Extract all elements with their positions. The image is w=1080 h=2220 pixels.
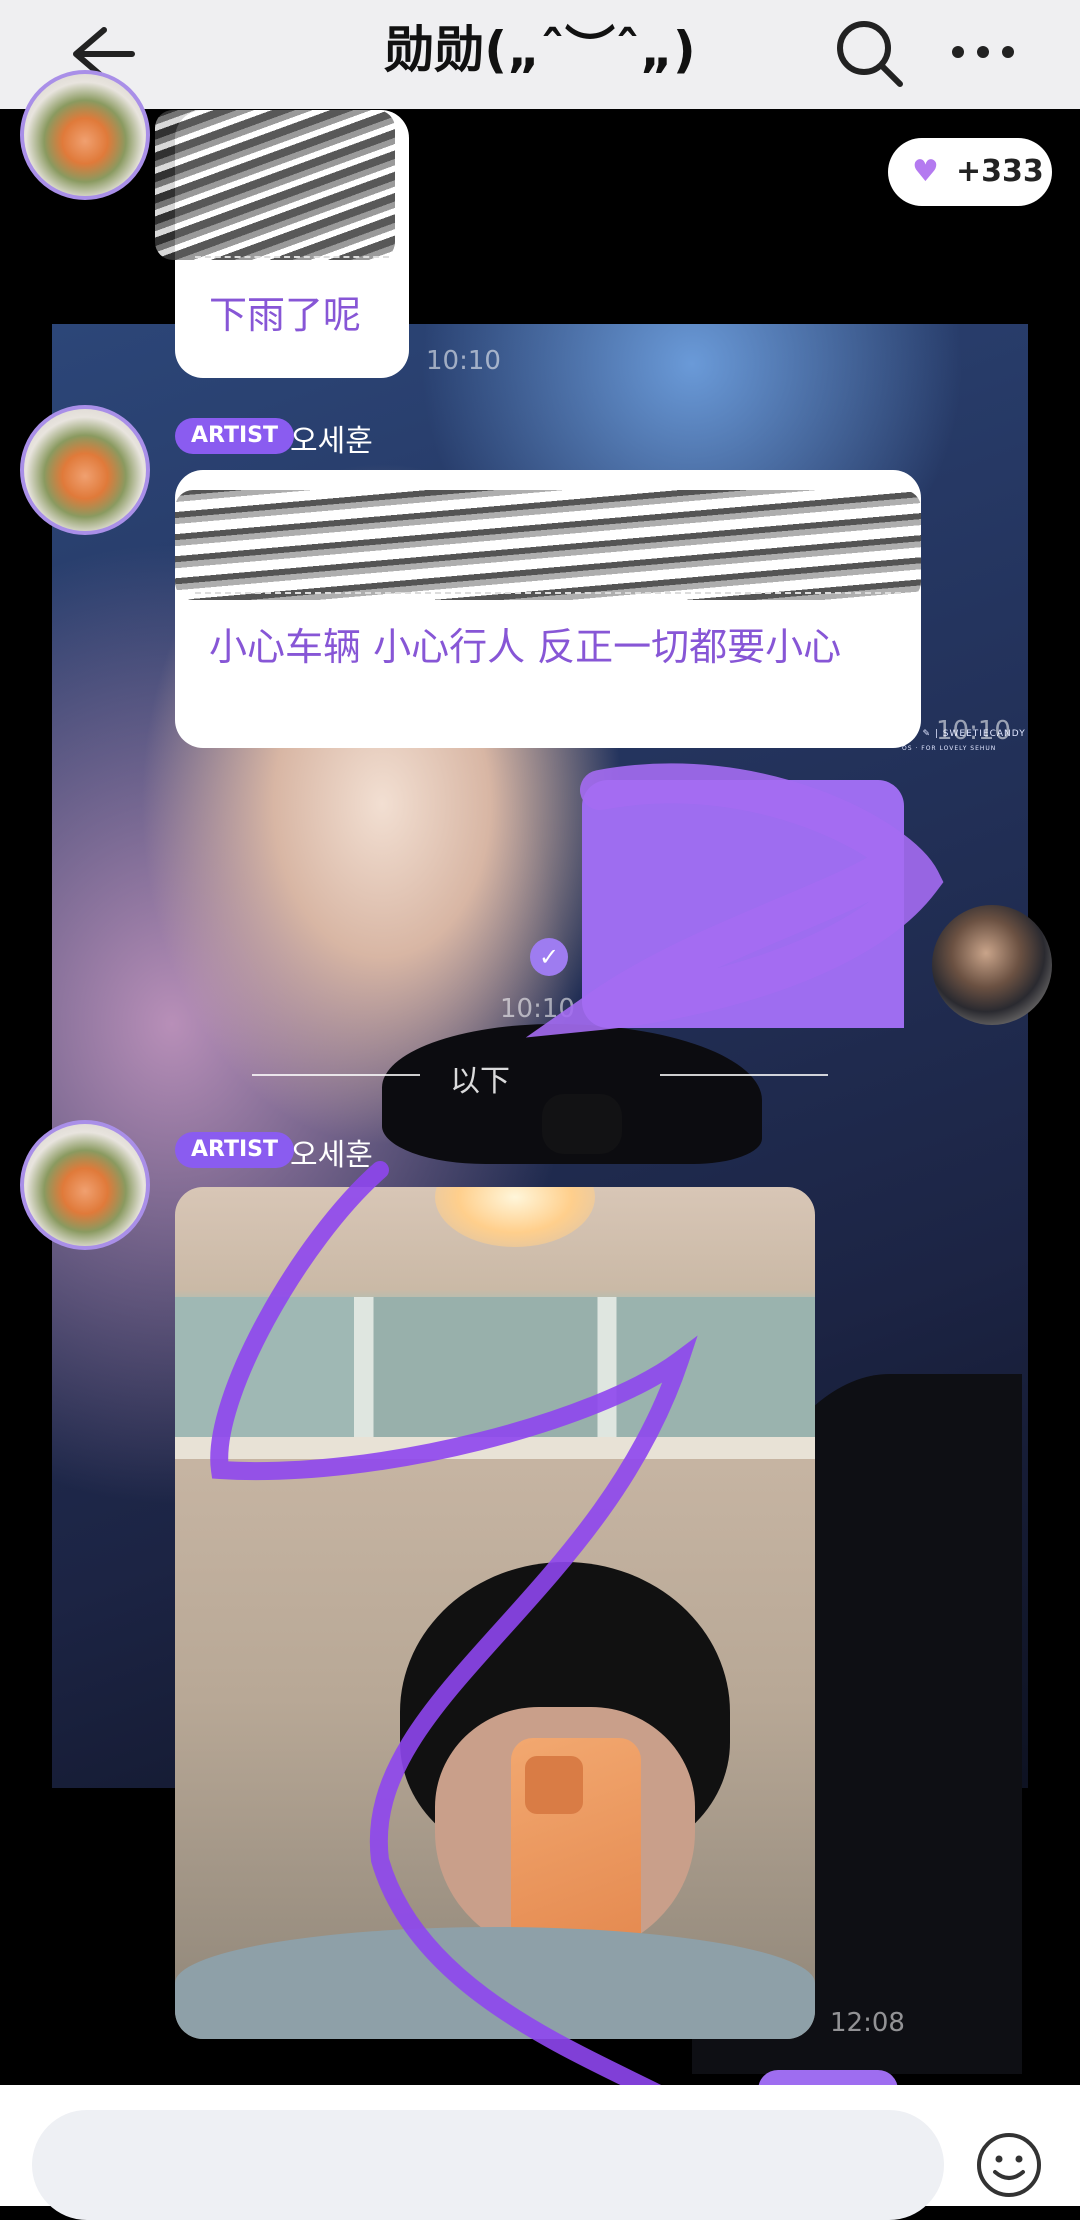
divider-line-right — [660, 1074, 828, 1076]
dashed-divider — [195, 592, 901, 594]
unread-divider-text: 以下 — [450, 1064, 510, 1099]
message-input[interactable] — [32, 2110, 944, 2220]
photo-message[interactable] — [175, 1187, 815, 2039]
reaction-count: +333 — [956, 154, 1044, 189]
heart-icon: ♥ — [912, 154, 939, 189]
photo-window — [175, 1297, 815, 1437]
sender-name: 오세훈 — [290, 424, 373, 459]
sent-message-bubble[interactable] — [582, 780, 904, 1028]
my-avatar[interactable] — [932, 905, 1052, 1025]
photo-body — [175, 1927, 815, 2039]
artist-avatar[interactable] — [20, 405, 150, 535]
message-text: 小心车辆 小心行人 反正一切都要小心 — [209, 625, 842, 669]
reaction-count-button[interactable]: ♥ +333 — [888, 138, 1052, 206]
message-time: 10:10 — [500, 994, 575, 1024]
message-time: 10:10 — [426, 346, 501, 376]
top-navigation-bar: 勋勋(„ˆ︶ˆ„) — [0, 0, 1080, 109]
message-bubble[interactable]: 下雨了呢 — [155, 110, 409, 378]
artist-avatar[interactable] — [20, 70, 150, 200]
dashed-divider — [195, 256, 389, 258]
photo-sill — [175, 1437, 815, 1459]
search-icon[interactable] — [830, 14, 910, 94]
message-text: 下雨了呢 — [209, 293, 362, 337]
photo-lamp — [435, 1187, 595, 1247]
divider-line-left — [252, 1074, 420, 1076]
artist-badge: ARTIST — [175, 1132, 295, 1168]
more-options-icon[interactable] — [948, 40, 1018, 64]
emoji-icon[interactable] — [974, 2130, 1044, 2200]
message-bubble[interactable]: 小心车辆 小心行人 反正一切都要小心 — [175, 470, 921, 748]
artist-badge: ARTIST — [175, 418, 295, 454]
redacted-scribble — [155, 110, 395, 260]
sender-name: 오세훈 — [290, 1138, 373, 1173]
artist-avatar[interactable] — [20, 1120, 150, 1250]
read-check-icon: ✓ — [530, 938, 568, 976]
background-earbud-shape — [542, 1094, 622, 1154]
photo-phone-camera — [525, 1756, 583, 1814]
message-time: 10:10 — [936, 716, 1011, 746]
message-time: 12:08 — [830, 2008, 905, 2038]
chat-title: 勋勋(„ˆ︶ˆ„) — [384, 21, 696, 79]
redacted-scribble — [175, 490, 921, 600]
